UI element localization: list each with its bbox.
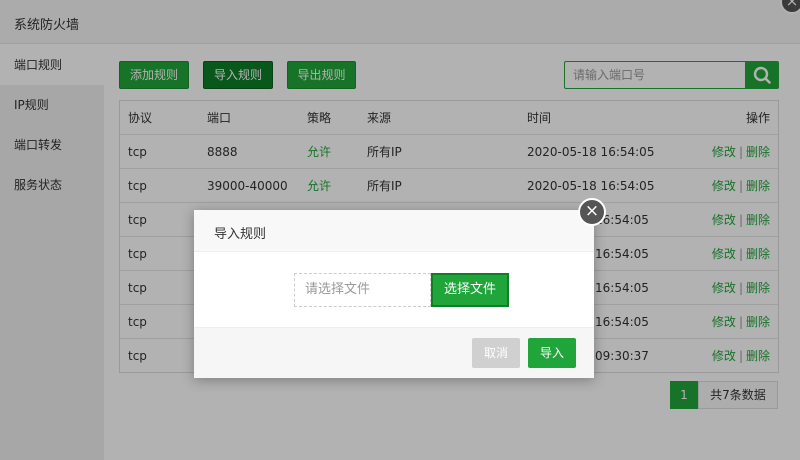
import-button[interactable]: 导入 <box>528 338 576 368</box>
choose-file-button[interactable]: 选择文件 <box>431 273 509 307</box>
modal-header: 导入规则 <box>194 210 594 252</box>
cancel-button[interactable]: 取消 <box>472 338 520 368</box>
close-icon[interactable]: × <box>578 198 606 226</box>
import-rules-dialog: 导入规则 × 请选择文件 选择文件 取消 导入 <box>194 198 606 378</box>
modal-title: 导入规则 <box>214 227 267 242</box>
modal-footer: 取消 导入 <box>194 327 594 378</box>
file-path-input[interactable]: 请选择文件 <box>294 273 431 307</box>
